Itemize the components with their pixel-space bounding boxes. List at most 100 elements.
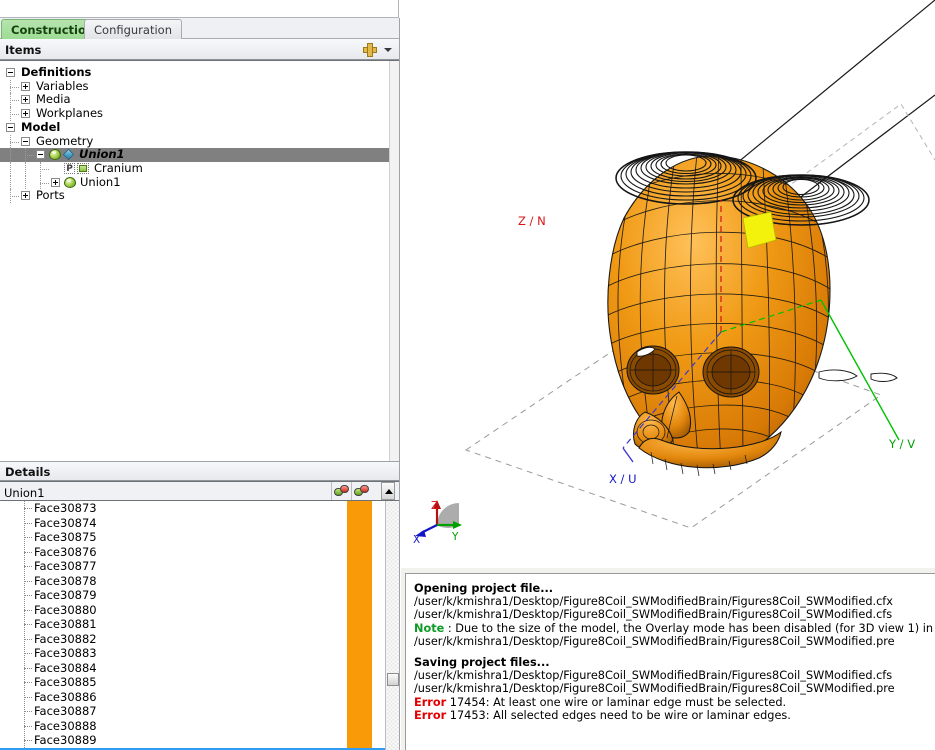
console-header-line: Opening project file... <box>414 582 554 595</box>
triad-label-x: X <box>413 534 421 546</box>
console-spacer <box>414 648 929 656</box>
face-list-row[interactable]: Face30884 <box>0 661 385 676</box>
items-tree-scrollbar[interactable] <box>389 61 399 461</box>
tree-collapse-icon[interactable] <box>6 68 15 77</box>
face-list-row[interactable]: Face30879 <box>0 588 385 603</box>
tree-guide-line <box>40 168 49 170</box>
tree-guide-line <box>10 175 11 190</box>
face-list-row-label: Face30876 <box>34 544 97 559</box>
tree-expand-icon[interactable] <box>51 177 60 187</box>
face-list-row[interactable]: Face30887 <box>0 704 385 719</box>
tree-expand-icon[interactable] <box>21 191 30 201</box>
tree-guide-line <box>24 609 32 611</box>
face-list-row[interactable]: Face30874 <box>0 516 385 531</box>
tree-item-label: Workplanes <box>36 106 104 121</box>
tree-guide-line <box>24 740 32 741</box>
axis-label-y: Y / V <box>889 437 916 451</box>
face-list-row[interactable]: Face30882 <box>0 632 385 647</box>
face-list-row-label: Face30887 <box>34 704 97 718</box>
tree-guide-line <box>10 86 19 88</box>
console-note-line: Note : Due to the size of the model, the… <box>414 621 935 635</box>
application-window: Construction Configuration Items Definit… <box>0 0 935 750</box>
details-face-list-content: Face30873 Face30874 Face30875 Face30876 Face… <box>0 501 385 750</box>
plus-icon[interactable] <box>363 43 377 57</box>
face-list-row-label: Face30885 <box>34 675 97 689</box>
tab-configuration[interactable]: Configuration <box>84 19 182 39</box>
face-list-row-label: Face30877 <box>34 559 97 573</box>
face-list-row[interactable]: Face30877 <box>0 559 385 574</box>
face-list-row[interactable]: Face30876 <box>0 545 385 560</box>
face-list-row[interactable]: Face30888 <box>0 719 385 734</box>
3d-view[interactable]: Z / N X / U Y / V Z X Y <box>401 0 935 568</box>
face-list-row[interactable]: Face30878 <box>0 574 385 589</box>
tree-item-media[interactable]: Media <box>0 92 389 108</box>
face-list-row[interactable]: Face30885 <box>0 675 385 690</box>
tree-item-union1[interactable]: Union1 <box>0 147 389 162</box>
tree-item-workplanes[interactable]: Workplanes <box>0 106 389 121</box>
face-list-row[interactable]: Face30883 <box>0 646 385 661</box>
tree-guide-line <box>24 551 32 553</box>
tree-item-label: Union1 <box>79 147 125 162</box>
details-scrollbar[interactable] <box>385 501 399 750</box>
console-path-line: /user/k/kmishra1/Desktop/Figure8Coil_SWM… <box>414 595 893 609</box>
tree-item-cranium[interactable]: P Cranium <box>0 160 389 176</box>
tree-guide-line <box>24 696 32 698</box>
console-panel: Opening project file.../user/k/kmishra1/… <box>401 568 935 750</box>
face-list-row[interactable]: Face30886 <box>0 690 385 705</box>
console-error-line: Error 17454: At least one wire or lamina… <box>414 695 787 709</box>
capsule-green-red-icon <box>334 485 349 496</box>
sphere-icon <box>49 149 61 161</box>
scroll-up-arrow-icon[interactable] <box>381 482 395 500</box>
tree-collapse-icon[interactable] <box>6 122 15 132</box>
tree-item-union1[interactable]: Union1 <box>0 174 389 190</box>
face-list-row[interactable]: Face30875 <box>0 530 385 545</box>
top-strip-left <box>0 0 399 18</box>
tree-item-label: Ports <box>36 188 65 203</box>
tree-guide-line <box>25 175 26 190</box>
face-list-row[interactable]: Face30889 <box>0 733 385 748</box>
tree-guide-line <box>24 537 32 538</box>
tree-guide-line <box>24 508 32 509</box>
details-scrollbar-thumb[interactable] <box>387 673 399 686</box>
tree-expand-icon[interactable] <box>21 81 30 91</box>
face-list-row-label: Face30884 <box>34 660 97 675</box>
tree-collapse-icon[interactable] <box>36 150 45 160</box>
face-list-row[interactable]: Face30880 <box>0 603 385 618</box>
face-list-row-label: Face30888 <box>34 718 97 733</box>
sphere-icon <box>64 176 76 188</box>
triad-label-z: Z <box>431 500 439 512</box>
face-list-row[interactable]: Face30873 <box>0 501 385 516</box>
console-log[interactable]: Opening project file.../user/k/kmishra1/… <box>405 573 935 750</box>
tree-item-label: Media <box>36 92 71 107</box>
tree-expand-icon[interactable] <box>21 95 30 105</box>
face-list-row[interactable]: Face30881 <box>0 617 385 632</box>
details-tool-button-2[interactable] <box>351 482 371 500</box>
items-tree-content: Definitions Variables Media Workplanes Model… <box>0 61 389 461</box>
chevron-down-icon[interactable] <box>384 48 392 52</box>
3d-scene <box>415 0 935 537</box>
tree-guide-line <box>10 148 11 162</box>
tree-item-ports[interactable]: Ports <box>0 189 389 203</box>
face-list-row-label: Face30889 <box>34 733 97 747</box>
p-icon: P <box>64 162 75 174</box>
tree-item-model[interactable]: Model <box>0 120 389 135</box>
tree-expand-icon[interactable] <box>21 109 30 119</box>
tab-construction-label: Construction <box>11 23 95 37</box>
skull-model <box>607 155 898 477</box>
tree-item-variables[interactable]: Variables <box>0 79 389 94</box>
details-face-list: Face30873 Face30874 Face30875 Face30876 Face… <box>0 501 399 750</box>
tree-item-label: Union1 <box>80 174 121 189</box>
face-list-row-label: Face30873 <box>34 501 97 515</box>
tree-item-label: Cranium <box>94 160 143 175</box>
tree-collapse-icon[interactable] <box>21 136 30 146</box>
tree-item-label: Definitions <box>21 65 92 79</box>
console-path-line: /user/k/kmishra1/Desktop/Figure8Coil_SWM… <box>414 669 893 683</box>
tree-guide-line <box>25 161 26 176</box>
tree-guide-line <box>24 638 32 640</box>
tree-item-geometry[interactable]: Geometry <box>0 134 389 149</box>
tree-guide-line <box>24 725 32 727</box>
tree-item-definitions[interactable]: Definitions <box>0 65 389 80</box>
square-icon <box>77 162 89 174</box>
details-tool-button-1[interactable] <box>331 482 351 500</box>
error-tag: Error <box>414 708 447 722</box>
